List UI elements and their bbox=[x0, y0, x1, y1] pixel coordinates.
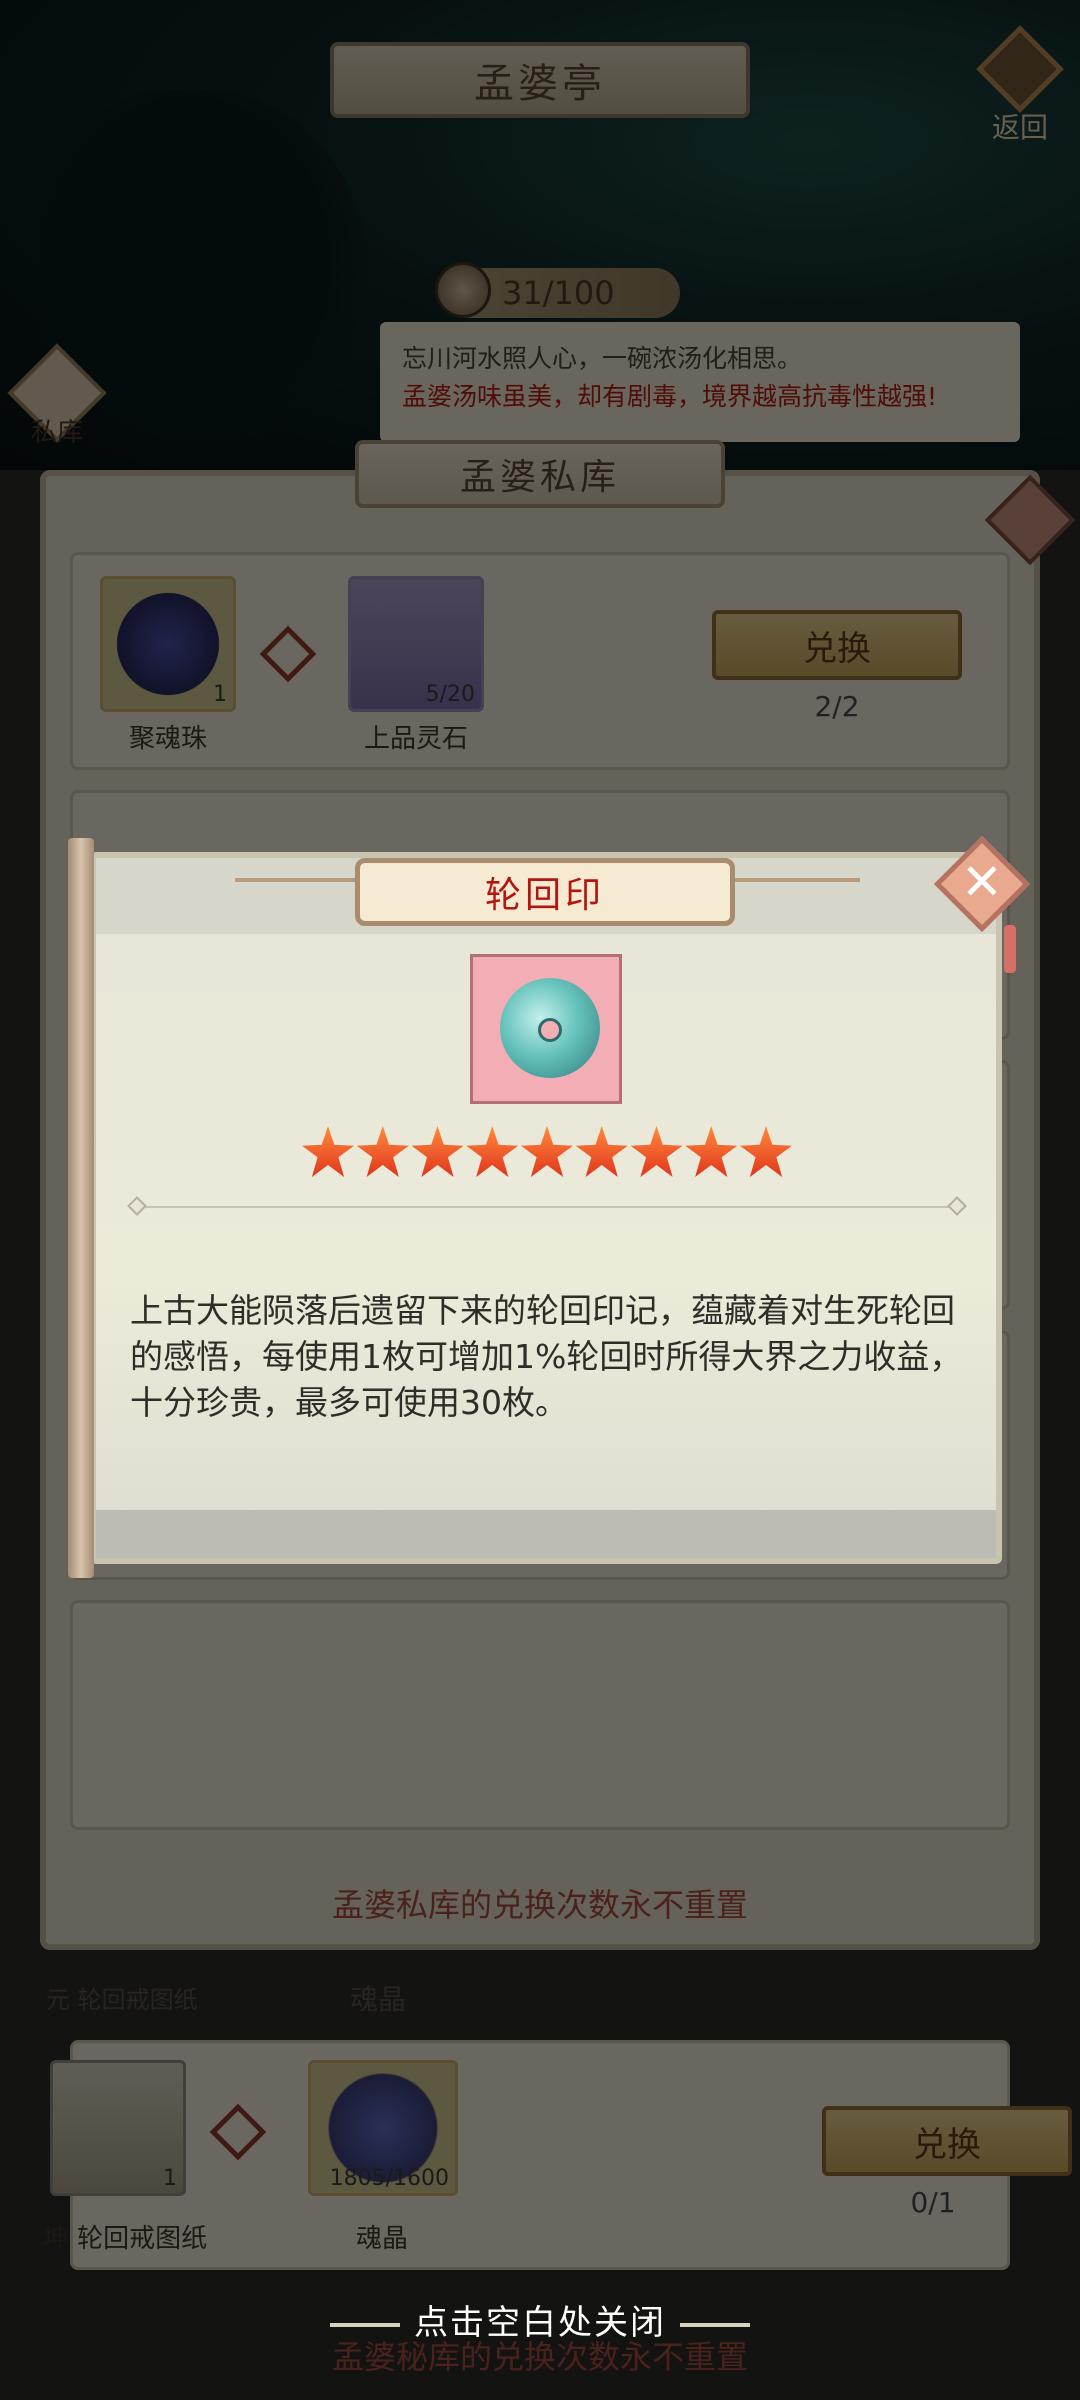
exchange-row bbox=[70, 1600, 1010, 1830]
scroll-rod-decoration bbox=[68, 838, 94, 1578]
star-icon bbox=[411, 1126, 464, 1177]
item-slot-spirit-stone[interactable]: 5/20 bbox=[348, 576, 484, 712]
item-count: 5/20 bbox=[425, 682, 475, 707]
private-storage-label: 私库 bbox=[30, 418, 83, 448]
item-slot-soul-crystal[interactable]: 1805/1600 bbox=[308, 2060, 458, 2196]
storage-title: 孟婆私库 bbox=[355, 440, 725, 508]
exchange-count: 2/2 bbox=[814, 690, 860, 723]
item-slot-ring-blueprint[interactable]: 1 bbox=[50, 2060, 186, 2196]
star-icon bbox=[466, 1126, 519, 1177]
item-count: 1805/1600 bbox=[329, 2166, 449, 2191]
exchange-count: 0/1 bbox=[910, 2186, 956, 2219]
back-button[interactable]: 返回 bbox=[970, 25, 1070, 144]
behind-item-label: 元 轮回戒图纸 bbox=[46, 1986, 198, 2014]
private-storage-button[interactable]: 私库 bbox=[7, 343, 107, 448]
star-rating bbox=[302, 1126, 792, 1186]
seal-center-hole bbox=[538, 1018, 562, 1042]
star-icon bbox=[521, 1126, 573, 1177]
hint-decoration bbox=[330, 2322, 400, 2327]
hint-decoration bbox=[680, 2322, 750, 2327]
header-description: 忘川河水照人心，一碗浓汤化相思。 孟婆汤味虽美，却有剧毒，境界越高抗毒性越强! bbox=[380, 322, 1020, 442]
close-hint-label: 点击空白处关闭 bbox=[414, 2303, 666, 2343]
item-name: 坤 轮回戒图纸 bbox=[42, 2224, 208, 2254]
star-icon bbox=[685, 1126, 738, 1177]
divider bbox=[138, 1206, 958, 1208]
exchange-button[interactable]: 兑换 bbox=[822, 2106, 1072, 2176]
storage-footer-note: 孟婆私库的兑换次数永不重置 bbox=[331, 1886, 748, 1924]
item-count: 1 bbox=[213, 682, 227, 707]
popup-title: 轮回印 bbox=[355, 858, 735, 926]
item-description: 上古大能陨落后遗留下来的轮回印记，蕴藏着对生死轮回的感悟，每使用1枚可增加1%轮… bbox=[130, 1291, 963, 1422]
star-icon bbox=[630, 1126, 683, 1177]
back-icon bbox=[976, 25, 1064, 113]
soup-bowl-icon bbox=[435, 262, 491, 318]
item-name: 上品灵石 bbox=[363, 724, 468, 754]
close-hint[interactable]: 点击空白处关闭 bbox=[0, 2295, 1080, 2344]
star-icon bbox=[575, 1126, 628, 1177]
behind-item2-label: 魂晶 bbox=[350, 1983, 407, 2016]
description-line-1: 忘川河水照人心，一碗浓汤化相思。 bbox=[402, 344, 803, 373]
description-warning: 孟婆汤味虽美，却有剧毒，境界越高抗毒性越强! bbox=[402, 382, 938, 411]
tassel-decoration bbox=[1004, 925, 1016, 973]
star-icon bbox=[302, 1126, 354, 1177]
page-title: 孟婆亭 bbox=[330, 42, 750, 118]
title-line-left bbox=[235, 878, 360, 882]
popup-footer-band bbox=[96, 1510, 996, 1558]
item-name: 魂晶 bbox=[355, 2224, 408, 2254]
star-icon bbox=[740, 1126, 792, 1177]
item-count: 1 bbox=[163, 2166, 177, 2191]
exchange-button[interactable]: 兑换 bbox=[712, 610, 962, 680]
item-slot-soul-orb[interactable]: 1 bbox=[100, 576, 236, 712]
title-line-right bbox=[730, 878, 860, 882]
close-icon[interactable]: ✕ bbox=[952, 852, 1012, 912]
item-name: 聚魂珠 bbox=[128, 724, 207, 754]
star-icon bbox=[356, 1126, 409, 1177]
